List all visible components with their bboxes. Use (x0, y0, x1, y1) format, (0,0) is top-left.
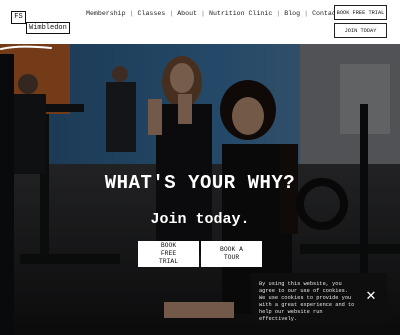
join-today-button[interactable]: JOIN TODAY (334, 23, 387, 38)
nav-item-about[interactable]: About (177, 10, 197, 17)
logo-location: Wimbledon (26, 22, 70, 34)
close-icon[interactable]: ✕ (363, 289, 379, 305)
site-header: FS Wimbledon Membership | Classes | Abou… (0, 0, 400, 44)
cta-line: BOOK A (219, 246, 243, 253)
hero-book-free-trial-button[interactable]: BOOK FREE TRIAL (138, 241, 199, 267)
book-free-trial-button[interactable]: BOOK FREE TRIAL (334, 5, 387, 20)
cta-line: BOOK (160, 242, 177, 249)
nav-item-blog[interactable]: Blog (284, 10, 300, 17)
logo-initials: FS (11, 11, 26, 24)
cta-tour-text: BOOK A TOUR (220, 246, 243, 262)
nav-separator: | (304, 10, 309, 17)
site-logo[interactable]: FS Wimbledon (11, 11, 71, 34)
nav-item-classes[interactable]: Classes (138, 10, 166, 17)
nav-separator: | (201, 10, 205, 17)
underline-squiggle-icon (0, 45, 52, 50)
cta-line: FREE (160, 250, 177, 257)
nav-separator: | (129, 10, 134, 17)
nav-separator: | (169, 10, 174, 17)
nav-item-membership[interactable]: Membership (86, 10, 126, 17)
cta-line: TOUR (223, 254, 240, 261)
nav-separator: | (276, 10, 281, 17)
hero-subline: Join today. (150, 211, 250, 228)
hero-headline: WHAT'S YOUR WHY? (104, 172, 296, 194)
hero-book-tour-button[interactable]: BOOK A TOUR (201, 241, 262, 267)
cta-free-text: BOOK FREE TRIAL (159, 242, 178, 266)
main-nav: Membership | Classes | About | Nutrition… (86, 10, 340, 17)
cookie-banner: By using this website, you agree to our … (251, 273, 387, 323)
cookie-message: By using this website, you agree to our … (259, 281, 355, 322)
nav-item-nutrition-clinic[interactable]: Nutrition Clinic (209, 10, 272, 17)
cta-line: TRIAL (158, 258, 179, 265)
